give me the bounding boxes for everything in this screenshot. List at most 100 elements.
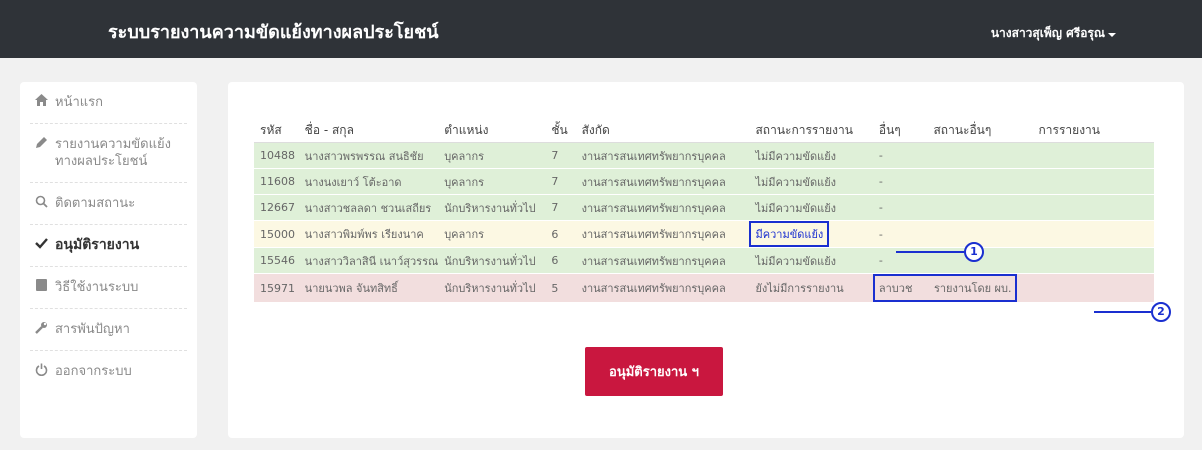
chevron-down-icon xyxy=(1108,32,1116,37)
sidebar: หน้าแรก รายงานความขัดแย้งทางผลประโยชน์ ต… xyxy=(20,82,197,438)
conflict-status-link[interactable]: มีความขัดแย้ง xyxy=(749,221,830,247)
cell-position: นักบริหารงานทั่วไป xyxy=(438,247,546,274)
col-header-report-status: สถานะการรายงาน xyxy=(749,114,873,143)
col-header-report: การรายงาน xyxy=(1032,114,1154,143)
callout-line-2 xyxy=(1094,311,1151,313)
cell-other: - xyxy=(872,142,928,169)
pencil-icon xyxy=(34,136,49,153)
cell-report-status: ไม่มีความขัดแย้ง xyxy=(749,142,873,169)
sidebar-item-approve[interactable]: อนุมัติรายงาน xyxy=(30,225,187,267)
callout-marker-1: 1 xyxy=(964,242,984,262)
cell-report-status: ไม่มีความขัดแย้ง xyxy=(749,168,873,195)
cell-level: 7 xyxy=(545,194,576,221)
table-row[interactable]: 15971 นายนวพล จันทสิทธิ์ นักบริหารงานทั่… xyxy=(254,273,1154,303)
cell-other: ลาบวช xyxy=(878,282,913,295)
report-table: รหัส ชื่อ - สกุล ตำแหน่ง ชั้น สังกัด สถา… xyxy=(254,114,1154,303)
cell-id: 11608 xyxy=(254,168,299,195)
cell-department: งานสารสนเทศทรัพยากรบุคคล xyxy=(575,273,750,303)
cell-other: - xyxy=(872,220,928,248)
cell-other-status xyxy=(927,168,1033,195)
cell-id: 15000 xyxy=(254,220,299,248)
cell-report-status: ไม่มีความขัดแย้ง xyxy=(749,194,873,221)
sidebar-item-manual[interactable]: วิธีใช้งานระบบ xyxy=(30,267,187,309)
cell-other-status xyxy=(927,142,1033,169)
col-header-name: ชื่อ - สกุล xyxy=(298,114,439,143)
cell-level: 6 xyxy=(545,220,576,248)
cell-other-status: รายงานโดย ผบ. xyxy=(933,282,1012,295)
cell-position: นักบริหารงานทั่วไป xyxy=(438,273,546,303)
cell-department: งานสารสนเทศทรัพยากรบุคคล xyxy=(575,168,750,195)
user-menu[interactable]: นางสาวสุเพ็ญ ศรีอรุณ xyxy=(991,24,1116,43)
cell-name: นางนงเยาว์ โต้ะอาด xyxy=(298,168,439,195)
cell-name: นายนวพล จันทสิทธิ์ xyxy=(298,273,439,303)
cell-position: นักบริหารงานทั่วไป xyxy=(438,194,546,221)
cell-department: งานสารสนเทศทรัพยากรบุคคล xyxy=(575,247,750,274)
table-row[interactable]: 15000 นางสาวพิมพ์พร เรียงนาค บุคลากร 6 ง… xyxy=(254,220,1154,248)
user-name: นางสาวสุเพ็ญ ศรีอรุณ xyxy=(990,26,1105,40)
cell-department: งานสารสนเทศทรัพยากรบุคคล xyxy=(575,194,750,221)
sidebar-item-track-status[interactable]: ติดตามสถานะ xyxy=(30,183,187,225)
approve-report-button[interactable]: อนุมัติรายงาน ฯ xyxy=(585,347,723,396)
cell-name: นางสาววิลาสินี เนาว์สุวรรณ xyxy=(298,247,439,274)
cell-name: นางสาวพรพรรณ สนธิชัย xyxy=(298,142,439,169)
cell-level: 6 xyxy=(545,247,576,274)
main-panel: รหัส ชื่อ - สกุล ตำแหน่ง ชั้น สังกัด สถา… xyxy=(228,82,1184,438)
col-header-other: อื่นๆ xyxy=(872,114,928,143)
cell-report xyxy=(1032,273,1154,303)
search-icon xyxy=(34,195,49,212)
sidebar-item-faq[interactable]: สารพันปัญหา xyxy=(30,309,187,351)
cell-position: บุคลากร xyxy=(438,168,546,195)
col-header-other-status: สถานะอื่นๆ xyxy=(927,114,1033,143)
sidebar-item-home[interactable]: หน้าแรก xyxy=(30,82,187,124)
sidebar-item-label: รายงานความขัดแย้งทางผลประโยชน์ xyxy=(55,137,171,169)
col-header-department: สังกัด xyxy=(575,114,750,143)
cell-report xyxy=(1032,220,1154,248)
cell-other: - xyxy=(872,194,928,221)
cell-name: นางสาวชลลดา ชวนเสถียร xyxy=(298,194,439,221)
col-header-position: ตำแหน่ง xyxy=(438,114,546,143)
cell-id: 15971 xyxy=(254,273,299,303)
cell-level: 5 xyxy=(545,273,576,303)
table-header-row: รหัส ชื่อ - สกุล ตำแหน่ง ชั้น สังกัด สถา… xyxy=(254,114,1154,143)
cell-other-group: ลาบวช รายงานโดย ผบ. xyxy=(872,273,1033,303)
check-icon xyxy=(34,237,49,253)
table-row[interactable]: 11608 นางนงเยาว์ โต้ะอาด บุคลากร 7 งานสา… xyxy=(254,168,1154,195)
power-icon xyxy=(34,363,49,380)
sidebar-item-label: ออกจากระบบ xyxy=(55,364,132,379)
sidebar-item-label: ติดตามสถานะ xyxy=(55,196,136,211)
book-icon xyxy=(34,279,49,295)
table-row[interactable]: 15546 นางสาววิลาสินี เนาว์สุวรรณ นักบริห… xyxy=(254,247,1154,274)
other-status-highlight: ลาบวช รายงานโดย ผบ. xyxy=(872,274,1018,302)
cell-report xyxy=(1032,247,1154,274)
table-row[interactable]: 10488 นางสาวพรพรรณ สนธิชัย บุคลากร 7 งาน… xyxy=(254,142,1154,169)
cell-id: 10488 xyxy=(254,142,299,169)
cell-position: บุคลากร xyxy=(438,220,546,248)
cell-id: 12667 xyxy=(254,194,299,221)
cell-report xyxy=(1032,194,1154,221)
cell-report-status[interactable]: มีความขัดแย้ง xyxy=(749,220,873,248)
cell-level: 7 xyxy=(545,168,576,195)
col-header-level: ชั้น xyxy=(545,114,576,143)
sidebar-item-logout[interactable]: ออกจากระบบ xyxy=(30,351,187,392)
cell-other: - xyxy=(872,168,928,195)
cell-report xyxy=(1032,142,1154,169)
sidebar-item-label: หน้าแรก xyxy=(55,95,103,110)
col-header-id: รหัส xyxy=(254,114,299,143)
table-row[interactable]: 12667 นางสาวชลลดา ชวนเสถียร นักบริหารงาน… xyxy=(254,194,1154,221)
callout-line-1 xyxy=(896,251,964,253)
sidebar-item-label: วิธีใช้งานระบบ xyxy=(55,280,139,295)
cell-report-status: ยังไม่มีการรายงาน xyxy=(749,273,873,303)
cell-id: 15546 xyxy=(254,247,299,274)
app-title[interactable]: ระบบรายงานความขัดแย้งทางผลประโยชน์ xyxy=(108,17,439,46)
cell-report xyxy=(1032,168,1154,195)
cell-position: บุคลากร xyxy=(438,142,546,169)
sidebar-item-label: อนุมัติรายงาน xyxy=(55,237,140,253)
cell-name: นางสาวพิมพ์พร เรียงนาค xyxy=(298,220,439,248)
callout-marker-2: 2 xyxy=(1151,302,1171,322)
cell-other-status xyxy=(927,194,1033,221)
sidebar-item-report[interactable]: รายงานความขัดแย้งทางผลประโยชน์ xyxy=(30,124,187,183)
sidebar-item-label: สารพันปัญหา xyxy=(55,322,130,337)
cell-department: งานสารสนเทศทรัพยากรบุคคล xyxy=(575,220,750,248)
wrench-icon xyxy=(34,321,49,338)
cell-department: งานสารสนเทศทรัพยากรบุคคล xyxy=(575,142,750,169)
